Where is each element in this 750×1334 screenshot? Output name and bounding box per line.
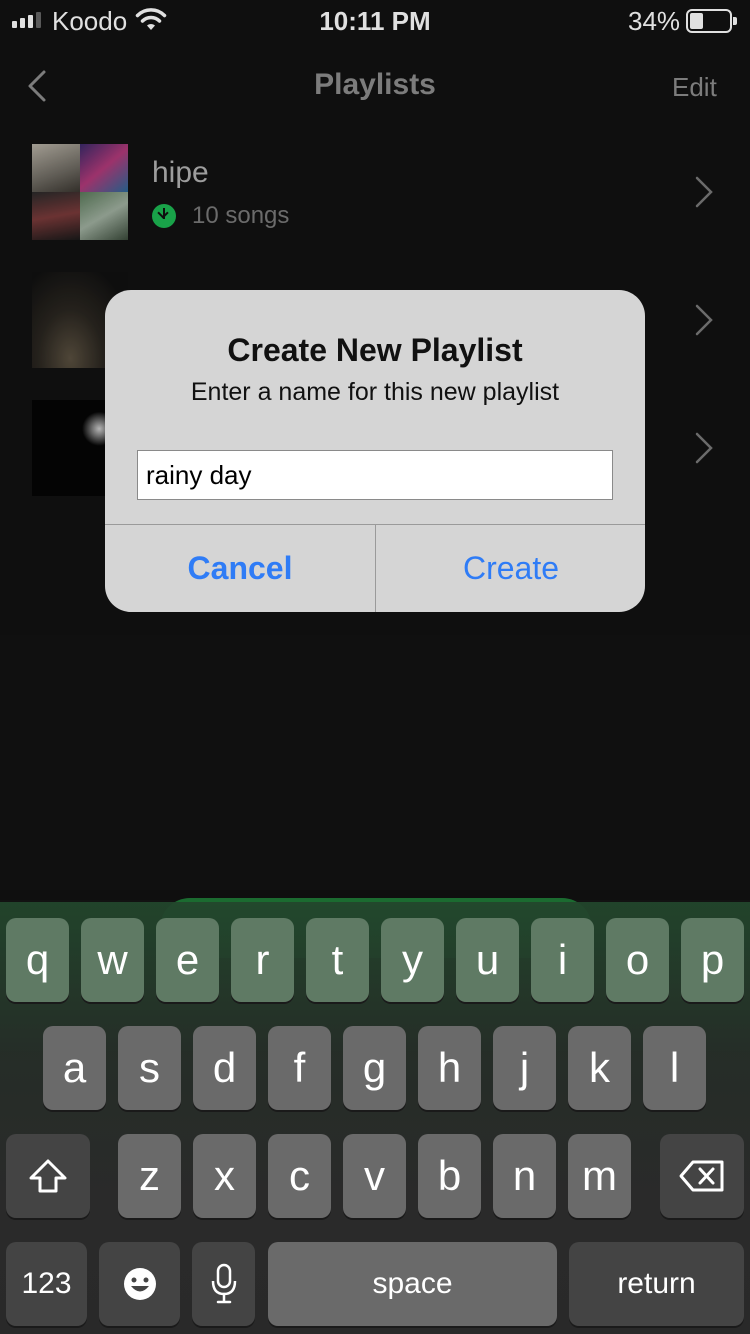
key-u[interactable]: u	[456, 918, 519, 1002]
shift-key[interactable]	[6, 1134, 90, 1218]
create-button[interactable]: Create	[376, 525, 645, 612]
key-d[interactable]: d	[193, 1026, 256, 1110]
key-q[interactable]: q	[6, 918, 69, 1002]
key-h[interactable]: h	[418, 1026, 481, 1110]
delete-icon	[679, 1160, 724, 1192]
key-o[interactable]: o	[606, 918, 669, 1002]
key-p[interactable]: p	[681, 918, 744, 1002]
key-n[interactable]: n	[493, 1134, 556, 1218]
key-r[interactable]: r	[231, 918, 294, 1002]
return-key[interactable]: return	[569, 1242, 744, 1326]
delete-key[interactable]	[660, 1134, 744, 1218]
create-playlist-dialog: Create New Playlist Enter a name for thi…	[105, 290, 645, 612]
dialog-title: Create New Playlist	[227, 332, 523, 368]
key-g[interactable]: g	[343, 1026, 406, 1110]
keyboard: q w e r t y u i o p a s d f g h j k l z …	[0, 902, 750, 1334]
dictation-key[interactable]	[192, 1242, 255, 1326]
key-z[interactable]: z	[118, 1134, 181, 1218]
emoji-icon	[123, 1268, 156, 1300]
microphone-icon	[211, 1263, 236, 1304]
key-l[interactable]: l	[643, 1026, 706, 1110]
shift-icon	[29, 1159, 67, 1193]
key-k[interactable]: k	[568, 1026, 631, 1110]
numbers-key[interactable]: 123	[6, 1242, 87, 1326]
key-t[interactable]: t	[306, 918, 369, 1002]
dialog-message: Enter a name for this new playlist	[190, 378, 560, 406]
key-s[interactable]: s	[118, 1026, 181, 1110]
key-v[interactable]: v	[343, 1134, 406, 1218]
key-m[interactable]: m	[568, 1134, 631, 1218]
space-key[interactable]: space	[268, 1242, 557, 1326]
emoji-key[interactable]	[99, 1242, 180, 1326]
key-x[interactable]: x	[193, 1134, 256, 1218]
key-b[interactable]: b	[418, 1134, 481, 1218]
key-f[interactable]: f	[268, 1026, 331, 1110]
key-c[interactable]: c	[268, 1134, 331, 1218]
key-i[interactable]: i	[531, 918, 594, 1002]
key-w[interactable]: w	[81, 918, 144, 1002]
cancel-button[interactable]: Cancel	[105, 525, 375, 612]
key-j[interactable]: j	[493, 1026, 556, 1110]
key-e[interactable]: e	[156, 918, 219, 1002]
key-y[interactable]: y	[381, 918, 444, 1002]
key-a[interactable]: a	[43, 1026, 106, 1110]
playlist-name-input[interactable]	[137, 450, 613, 500]
